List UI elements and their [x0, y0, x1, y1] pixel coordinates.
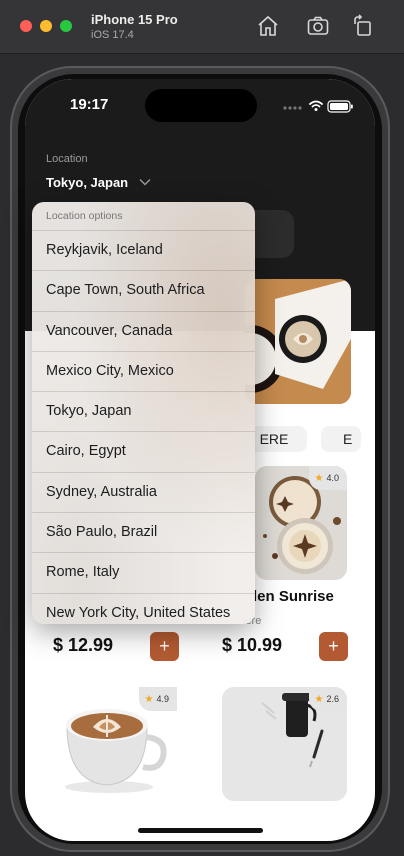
coffee-banner-image — [245, 279, 351, 404]
location-label: Location — [46, 153, 88, 165]
menu-item-mexico-city[interactable]: Mexico City, Mexico — [32, 352, 255, 393]
product-image[interactable]: ★ 4.0 — [255, 466, 347, 580]
product-price: $ 10.99 — [222, 635, 283, 655]
menu-item-sydney[interactable]: Sydney, Australia — [32, 473, 255, 514]
menu-item-new-york-city[interactable]: New York City, United States — [32, 594, 255, 624]
zoom-window-button[interactable] — [60, 20, 72, 32]
battery-icon — [327, 100, 353, 113]
menu-item-rome[interactable]: Rome, Italy — [32, 553, 255, 594]
rotate-icon[interactable] — [351, 14, 375, 38]
home-icon[interactable] — [256, 14, 280, 38]
product-image[interactable]: ★ 4.9 — [47, 687, 177, 799]
os-version: iOS 17.4 — [91, 29, 134, 41]
product-image[interactable]: ★ 2.6 — [222, 687, 347, 801]
wifi-icon — [309, 100, 323, 108]
close-window-button[interactable] — [20, 20, 32, 32]
star-icon: ★ — [144, 694, 154, 705]
home-indicator — [138, 828, 263, 833]
rating-value: 4.9 — [156, 694, 169, 704]
rating-badge: ★ 4.0 — [308, 466, 347, 490]
star-icon: ★ — [314, 694, 324, 705]
status-time: 19:17 — [70, 96, 109, 113]
menu-item-cairo[interactable]: Cairo, Egypt — [32, 432, 255, 473]
product-title: len Sunrise — [253, 588, 334, 605]
star-icon: ★ — [314, 473, 324, 484]
rating-value: 4.0 — [326, 473, 339, 483]
category-chip[interactable]: E — [321, 426, 361, 452]
chevron-down-icon[interactable] — [138, 175, 152, 189]
device-name: iPhone 15 Pro — [91, 12, 178, 27]
menu-item-sao-paulo[interactable]: São Paulo, Brazil — [32, 513, 255, 554]
menu-item-tokyo[interactable]: Tokyo, Japan — [32, 392, 255, 433]
product-price: $ 12.99 — [53, 635, 114, 655]
menu-item-cape-town[interactable]: Cape Town, South Africa — [32, 271, 255, 312]
add-to-cart-button[interactable]: + — [319, 632, 348, 661]
menu-item-vancouver[interactable]: Vancouver, Canada — [32, 312, 255, 352]
screenshot-icon[interactable] — [306, 14, 330, 38]
rating-value: 2.6 — [326, 694, 339, 704]
location-selector[interactable]: Tokyo, Japan — [46, 175, 128, 190]
location-dropdown-menu: Location options Reykjavik, Iceland Cape… — [32, 202, 255, 624]
promo-banner[interactable] — [245, 279, 351, 404]
add-to-cart-button[interactable]: + — [150, 632, 179, 661]
menu-item-reykjavik[interactable]: Reykjavik, Iceland — [32, 231, 255, 272]
dynamic-island — [145, 89, 257, 122]
rating-badge: ★ 4.9 — [138, 687, 177, 711]
minimize-window-button[interactable] — [40, 20, 52, 32]
simulator-title-bar: iPhone 15 Pro iOS 17.4 — [0, 0, 404, 54]
menu-header: Location options — [32, 202, 255, 231]
cellular-signal-icon — [283, 106, 302, 110]
rating-badge: ★ 2.6 — [308, 687, 347, 711]
status-icons — [277, 99, 355, 113]
